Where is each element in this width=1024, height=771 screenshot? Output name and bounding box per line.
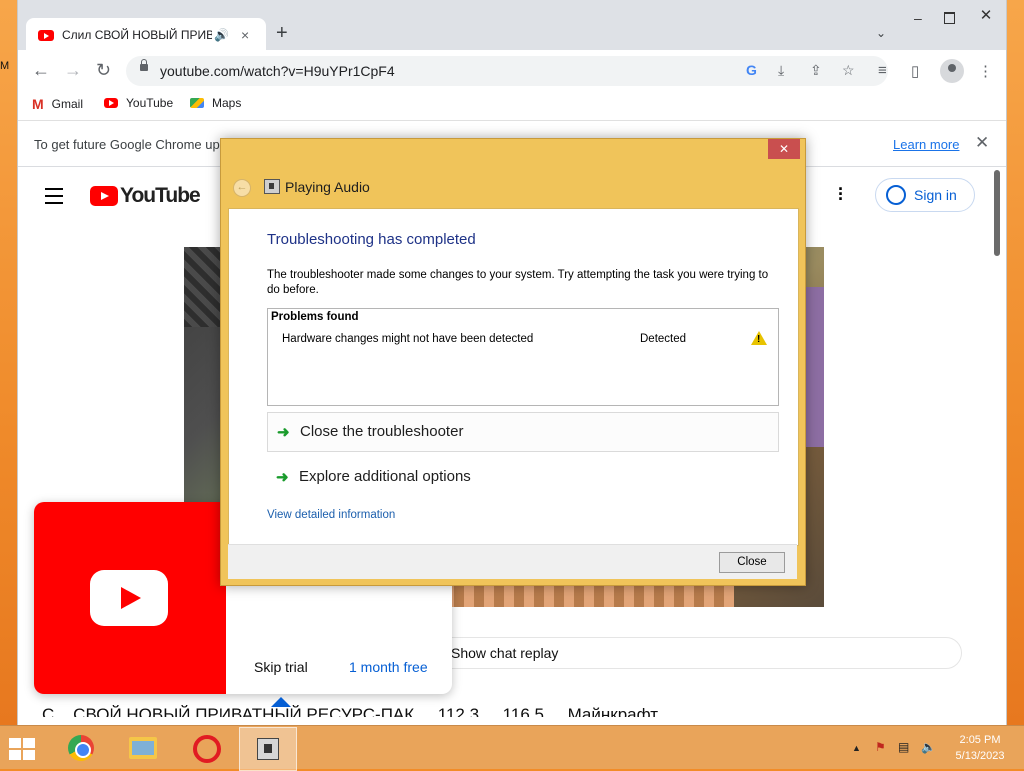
volume-muted-icon[interactable]: 🔈 bbox=[921, 740, 936, 754]
bookmarks-bar: M Gmail YouTube Maps bbox=[18, 90, 1006, 121]
window-maximize-button[interactable] bbox=[944, 12, 955, 24]
tab-search-icon[interactable]: ⌄ bbox=[876, 26, 886, 40]
maps-icon bbox=[190, 98, 204, 108]
bookmark-star-icon[interactable]: ☆ bbox=[842, 62, 855, 79]
green-arrow-icon: ➜ bbox=[277, 424, 290, 441]
tab-title: Слил СВОЙ НОВЫЙ ПРИВА bbox=[62, 28, 212, 42]
youtube-logo[interactable]: YouTube bbox=[90, 184, 201, 208]
youtube-icon bbox=[104, 98, 118, 108]
media-controls-icon[interactable]: ≡ bbox=[878, 62, 887, 79]
skip-trial-button[interactable]: Skip trial bbox=[254, 659, 308, 675]
window-close-button[interactable]: ✕ bbox=[966, 4, 1006, 28]
youtube-play-icon bbox=[90, 570, 168, 626]
browser-tab[interactable]: Слил СВОЙ НОВЫЙ ПРИВА 🔊 × bbox=[26, 18, 266, 52]
tab-close-icon[interactable]: × bbox=[241, 27, 249, 43]
account-icon bbox=[886, 185, 906, 205]
chrome-icon bbox=[68, 735, 94, 761]
close-button[interactable]: Close bbox=[719, 552, 785, 573]
youtube-logo-text: YouTube bbox=[120, 184, 201, 207]
dialog-footer: Close bbox=[228, 544, 797, 579]
clock-time: 2:05 PM bbox=[959, 734, 1001, 746]
window-minimize-button[interactable]: – bbox=[914, 10, 922, 26]
problems-found-list: Problems found Hardware changes might no… bbox=[267, 308, 779, 406]
lock-icon[interactable] bbox=[140, 59, 148, 71]
close-troubleshooter-label: Close the troubleshooter bbox=[300, 423, 464, 440]
hamburger-menu-icon[interactable] bbox=[45, 188, 63, 209]
infobar-close-icon[interactable]: ✕ bbox=[975, 133, 989, 153]
chat-replay-label: Show chat replay bbox=[451, 645, 559, 661]
dialog-back-icon[interactable]: ← bbox=[233, 179, 251, 197]
profile-avatar-icon[interactable] bbox=[940, 59, 964, 83]
troubleshooter-icon bbox=[257, 738, 279, 760]
bookmark-youtube[interactable]: YouTube bbox=[104, 96, 173, 110]
taskbar-chrome[interactable] bbox=[53, 727, 109, 769]
reload-icon[interactable]: ↻ bbox=[96, 60, 111, 81]
audio-troubleshooter-icon bbox=[264, 179, 280, 194]
dialog-close-icon[interactable]: ✕ bbox=[768, 139, 800, 159]
audio-playing-icon[interactable]: 🔊 bbox=[214, 28, 229, 42]
tab-strip: Слил СВОЙ НОВЫЙ ПРИВА 🔊 × + ⌄ – ✕ bbox=[18, 0, 1006, 52]
learn-more-link[interactable]: Learn more bbox=[893, 137, 959, 152]
forward-icon[interactable]: → bbox=[64, 60, 82, 81]
network-icon[interactable]: ▤ bbox=[898, 740, 909, 754]
opera-icon bbox=[193, 735, 221, 763]
tray-chevron-icon[interactable]: ▲ bbox=[852, 743, 861, 753]
address-bar[interactable]: youtube.com/watch?v=H9uYPr1CpF4 G ⤓ ⇪ ☆ bbox=[126, 56, 888, 86]
desktop-background-right bbox=[1006, 0, 1024, 725]
promo-pointer-arrow bbox=[271, 697, 291, 707]
settings-kebab-icon[interactable]: · · · bbox=[838, 180, 844, 208]
explore-options-label: Explore additional options bbox=[299, 468, 471, 485]
clock-date: 5/13/2023 bbox=[955, 750, 1005, 762]
problems-header: Problems found bbox=[271, 311, 359, 323]
browser-toolbar: ← → ↻ youtube.com/watch?v=H9uYPr1CpF4 G … bbox=[18, 52, 1006, 90]
taskbar-file-explorer[interactable] bbox=[115, 727, 171, 769]
folder-icon bbox=[129, 737, 157, 759]
youtube-favicon-icon bbox=[38, 29, 54, 41]
view-detailed-info-link[interactable]: View detailed information bbox=[267, 509, 395, 521]
close-troubleshooter-option[interactable]: ➜ Close the troubleshooter bbox=[267, 412, 779, 452]
install-icon[interactable]: ⤓ bbox=[778, 62, 784, 79]
desktop-background bbox=[0, 0, 18, 725]
start-button-windows-icon[interactable] bbox=[9, 738, 37, 760]
youtube-logo-icon bbox=[90, 186, 118, 206]
chrome-menu-icon[interactable]: ⋮ bbox=[978, 62, 993, 80]
explore-options-option[interactable]: ➜ Explore additional options bbox=[267, 458, 777, 496]
infobar-text: To get future Google Chrome up bbox=[34, 137, 220, 152]
green-arrow-icon: ➜ bbox=[276, 469, 289, 486]
desktop-stray-text: M bbox=[0, 60, 10, 72]
sign-in-label: Sign in bbox=[914, 187, 957, 203]
back-icon[interactable]: ← bbox=[32, 60, 50, 81]
dialog-title: Playing Audio bbox=[285, 179, 370, 195]
taskbar: ▲ ⚑ ▤ 🔈 2:05 PM 5/13/2023 bbox=[0, 725, 1024, 771]
show-chat-replay-button[interactable]: Show chat replay bbox=[432, 637, 962, 669]
taskbar-troubleshooter[interactable] bbox=[239, 727, 297, 771]
troubleshooting-heading: Troubleshooting has completed bbox=[267, 231, 476, 248]
month-free-button[interactable]: 1 month free bbox=[349, 659, 428, 675]
bookmark-gmail[interactable]: M Gmail bbox=[32, 96, 83, 112]
side-panel-icon[interactable]: ▯ bbox=[911, 62, 919, 80]
promo-banner bbox=[34, 502, 226, 694]
bookmark-maps[interactable]: Maps bbox=[190, 96, 241, 110]
warning-icon bbox=[751, 331, 767, 345]
problem-name: Hardware changes might not have been det… bbox=[282, 333, 534, 345]
problem-status: Detected bbox=[640, 333, 687, 345]
troubleshooting-description: The troubleshooter made some changes to … bbox=[267, 269, 769, 296]
new-tab-button[interactable]: + bbox=[276, 22, 288, 45]
sign-in-button[interactable]: Sign in bbox=[875, 178, 975, 212]
troubleshooter-dialog: ✕ ← Playing Audio Troubleshooting has co… bbox=[220, 138, 806, 586]
share-icon[interactable]: ⇪ bbox=[810, 62, 822, 79]
url-text[interactable]: youtube.com/watch?v=H9uYPr1CpF4 bbox=[160, 63, 395, 79]
taskbar-opera[interactable] bbox=[177, 727, 233, 769]
google-lens-icon[interactable]: G bbox=[746, 62, 757, 78]
gmail-icon: M bbox=[32, 96, 44, 112]
dialog-body: Troubleshooting has completed The troubl… bbox=[228, 208, 799, 546]
video-title: С... СВОЙ НОВЫЙ ПРИВАТНЫЙ РЕСУРС-ПАК ...… bbox=[42, 705, 659, 717]
page-scrollbar[interactable] bbox=[994, 170, 1000, 256]
action-center-flag-icon[interactable]: ⚑ bbox=[875, 740, 886, 754]
system-clock[interactable]: 2:05 PM 5/13/2023 bbox=[950, 732, 1010, 764]
